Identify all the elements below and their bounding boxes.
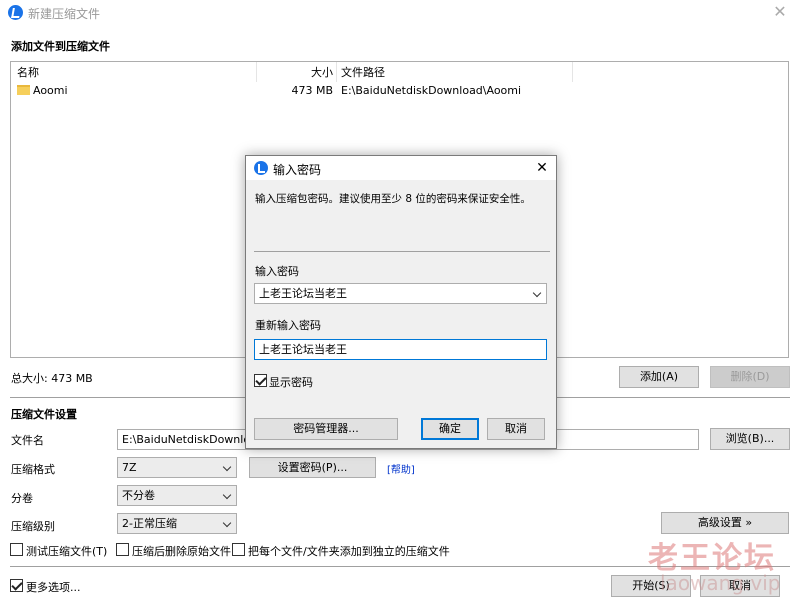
chevron-down-icon[interactable] xyxy=(532,288,542,298)
row-path: E:\BaiduNetdiskDownload\Aoomi xyxy=(341,84,522,97)
more-options-checkbox[interactable] xyxy=(10,579,23,592)
help-link[interactable]: [帮助] xyxy=(387,461,415,476)
app-icon xyxy=(254,161,268,175)
level-label: 压缩级别 xyxy=(11,520,55,533)
column-header-name[interactable]: 名称 xyxy=(17,64,39,82)
level-select-value: 2-正常压缩 xyxy=(122,517,177,530)
delete-button[interactable]: 删除(D) xyxy=(710,366,790,388)
advanced-settings-button[interactable]: 高级设置 » xyxy=(661,512,789,534)
split-select[interactable]: 不分卷 xyxy=(117,485,237,506)
format-label: 压缩格式 xyxy=(11,463,55,476)
dialog-titlebar: 输入密码 ✕ xyxy=(246,156,556,180)
delete-after-label: 压缩后删除原始文件 xyxy=(132,545,231,558)
watermark-url: laowang.vip xyxy=(660,571,781,595)
format-select-value: 7Z xyxy=(122,461,137,474)
window-title: 新建压缩文件 xyxy=(28,7,101,21)
more-options-label: 更多选项... xyxy=(26,581,81,594)
add-section-heading: 添加文件到压缩文件 xyxy=(11,40,110,53)
dialog-divider xyxy=(254,251,550,252)
test-archive-checkbox[interactable] xyxy=(10,543,23,556)
total-size: 总大小: 473 MB xyxy=(11,372,93,385)
dialog-cancel-button[interactable]: 取消 xyxy=(487,418,545,440)
column-header-size[interactable]: 大小 xyxy=(311,64,333,82)
separate-archives-label: 把每个文件/文件夹添加到独立的压缩文件 xyxy=(248,545,450,558)
set-password-button[interactable]: 设置密码(P)... xyxy=(249,457,376,478)
chevron-down-icon xyxy=(222,462,232,472)
chevron-down-icon xyxy=(222,518,232,528)
row-name: Aoomi xyxy=(33,84,68,97)
ok-button[interactable]: 确定 xyxy=(421,418,479,440)
password-input-value: 上老王论坛当老王 xyxy=(259,287,347,300)
dialog-close-icon[interactable]: ✕ xyxy=(532,158,552,178)
column-separator xyxy=(336,62,337,82)
column-header-path[interactable]: 文件路径 xyxy=(341,64,385,82)
show-password-label: 显示密码 xyxy=(269,376,313,389)
split-select-value: 不分卷 xyxy=(122,489,155,502)
format-select[interactable]: 7Z xyxy=(117,457,237,478)
level-select[interactable]: 2-正常压缩 xyxy=(117,513,237,534)
separate-archives-checkbox[interactable] xyxy=(232,543,245,556)
delete-after-checkbox[interactable] xyxy=(116,543,129,556)
chevron-down-icon xyxy=(222,490,232,500)
table-row[interactable]: Aoomi 473 MB E:\BaiduNetdiskDownload\Aoo… xyxy=(11,82,788,100)
password-input[interactable]: 上老王论坛当老王 xyxy=(254,283,547,304)
browse-button[interactable]: 浏览(B)... xyxy=(710,428,790,450)
split-label: 分卷 xyxy=(11,492,33,505)
add-button[interactable]: 添加(A) xyxy=(619,366,699,388)
column-separator xyxy=(572,62,573,82)
password-manager-button[interactable]: 密码管理器... xyxy=(254,418,398,440)
settings-heading: 压缩文件设置 xyxy=(11,408,77,421)
column-separator xyxy=(256,62,257,82)
app-icon xyxy=(8,5,23,20)
dialog-title: 输入密码 xyxy=(273,163,322,177)
reenter-label: 重新输入密码 xyxy=(255,319,321,332)
folder-icon xyxy=(17,85,30,95)
show-password-checkbox[interactable] xyxy=(254,374,267,387)
password-label: 输入密码 xyxy=(255,265,299,278)
password-dialog: 输入密码 ✕ 输入压缩包密码。建议使用至少 8 位的密码来保证安全性。 输入密码… xyxy=(245,155,557,449)
window-titlebar: 新建压缩文件 ✕ xyxy=(0,0,800,26)
dialog-description: 输入压缩包密码。建议使用至少 8 位的密码来保证安全性。 xyxy=(255,193,531,205)
window-close-icon[interactable]: ✕ xyxy=(768,2,792,22)
reenter-password-input[interactable]: 上老王论坛当老王 xyxy=(254,339,547,360)
row-size: 473 MB xyxy=(291,84,333,97)
test-archive-label: 测试压缩文件(T) xyxy=(26,545,108,558)
filename-label: 文件名 xyxy=(11,434,44,447)
